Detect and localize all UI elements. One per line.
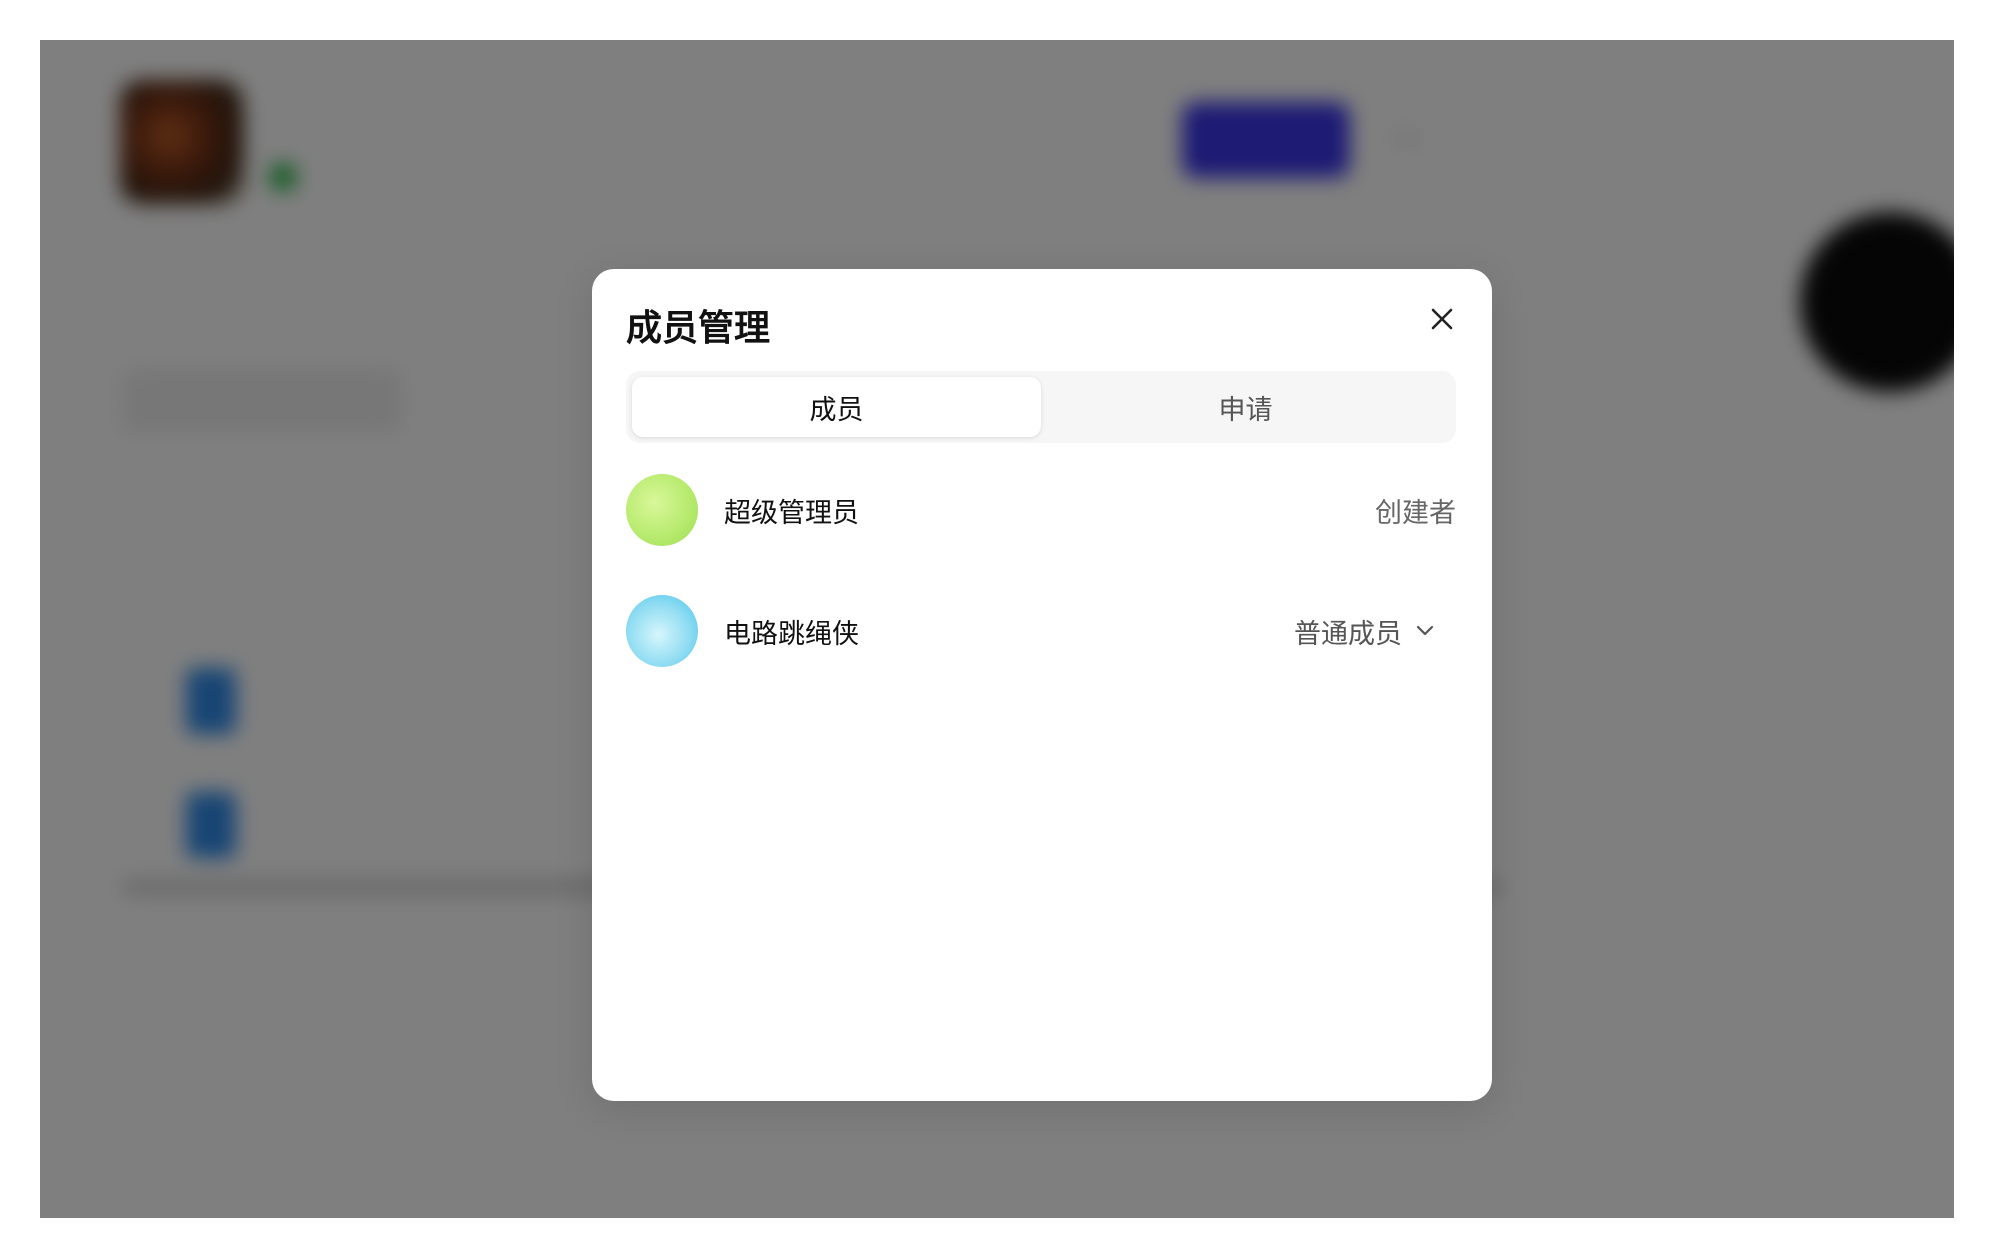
chevron-down-icon [1416,625,1434,636]
dialog-title: 成员管理 [626,308,771,349]
segmented-tabs: 成员 申请 [626,371,1456,443]
avatar [626,474,698,546]
member-row: 超级管理员 创建者 [626,473,1456,547]
avatar [626,595,698,667]
close-icon [1431,308,1453,330]
member-management-dialog: 成员管理 成员 申请 超级管理员 创建者 电路跳绳侠 普通成员 [592,269,1492,1101]
member-row: 电路跳绳侠 普通成员 [626,594,1456,668]
tab-applications[interactable]: 申请 [1041,377,1450,437]
close-button[interactable] [1422,299,1462,339]
member-role-value: 普通成员 [1294,618,1402,650]
app-window: ··· 成员管理 成员 申请 超级 [40,40,1954,1218]
member-role-dropdown[interactable]: 普通成员 [1294,612,1434,651]
tab-members[interactable]: 成员 [632,377,1041,437]
member-name: 电路跳绳侠 [724,618,859,650]
member-role-label: 创建者 [1375,497,1456,529]
member-name: 超级管理员 [724,497,859,529]
